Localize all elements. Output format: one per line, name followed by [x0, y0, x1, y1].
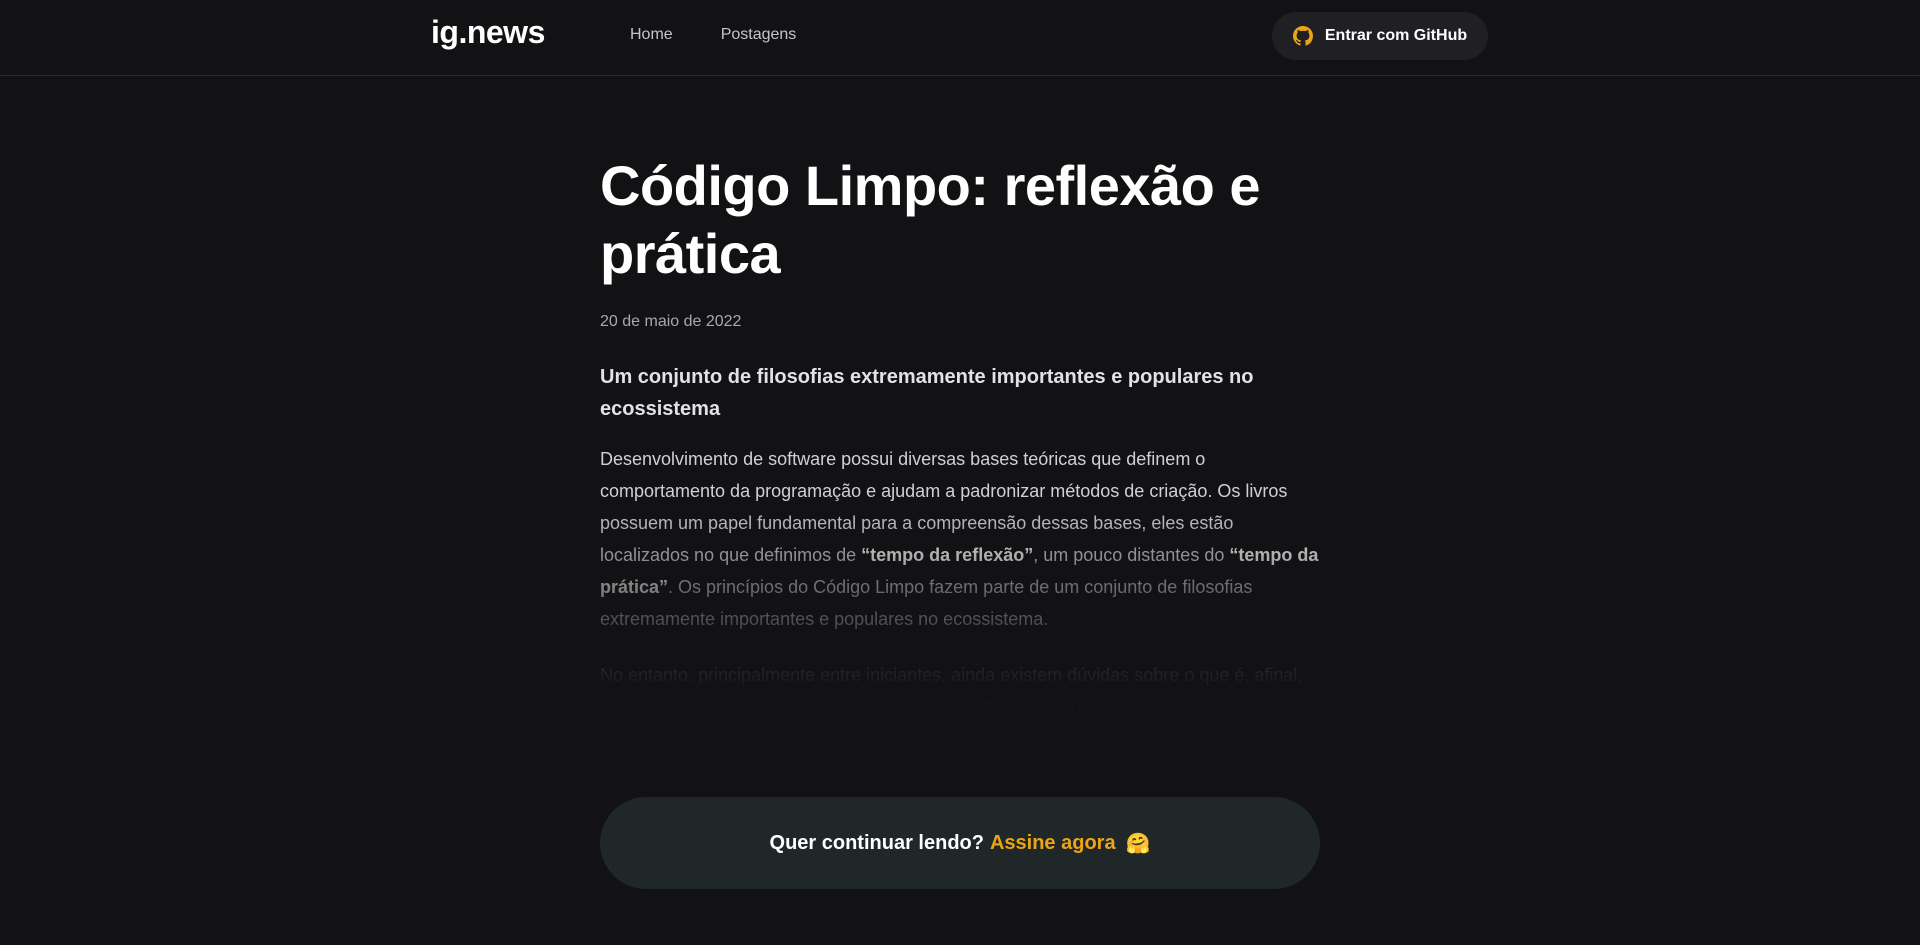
hugging-face-icon: 🤗	[1125, 832, 1151, 855]
github-icon	[1292, 26, 1313, 46]
article-date: 20 de maio de 2022	[600, 313, 742, 330]
paragraph-bold-text: “tempo da reflexão”	[861, 545, 1034, 565]
article-preview: Desenvolvimento de software possui diver…	[600, 443, 1320, 713]
signin-label: Entrar com GitHub	[1324, 27, 1468, 44]
paragraph-text: , um pouco distantes do	[1033, 545, 1230, 565]
article: Código Limpo: reflexão e prática 20 de m…	[600, 152, 1320, 713]
site-header: ig.news Home Postagens Entrar com GitHub	[0, 0, 1920, 76]
article-subtitle: Um conjunto de filosofias extremamente i…	[600, 366, 1254, 420]
subscribe-cta: Quer continuar lendo? Assine agora 🤗	[600, 797, 1320, 889]
cta-question: Quer continuar lendo?	[769, 831, 984, 854]
site-logo[interactable]: ig.news	[431, 14, 545, 51]
paragraph-text: . Os princípios do Código Limpo fazem pa…	[600, 577, 1253, 629]
article-paragraph-1: Desenvolvimento de software possui diver…	[600, 443, 1320, 635]
nav-home-link[interactable]: Home	[630, 26, 673, 44]
main-nav: Home Postagens	[630, 26, 796, 44]
article-paragraph-2: No entanto, principalmente entre inician…	[600, 665, 1303, 713]
github-signin-button[interactable]: Entrar com GitHub	[1272, 12, 1488, 60]
nav-posts-link[interactable]: Postagens	[721, 26, 797, 44]
article-title: Código Limpo: reflexão e prática	[600, 154, 1261, 285]
subscribe-link[interactable]: Assine agora	[990, 832, 1116, 855]
